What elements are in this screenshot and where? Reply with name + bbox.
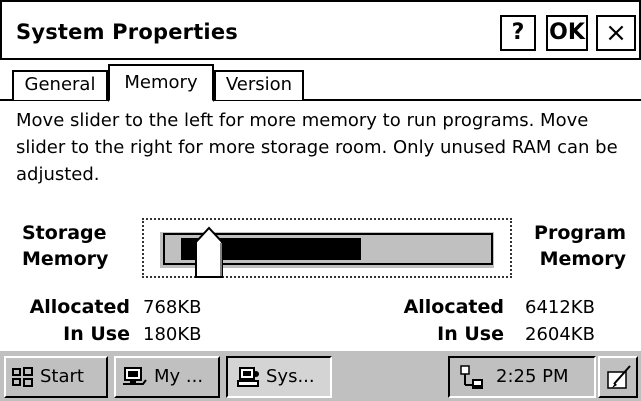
start-button[interactable]: Start — [4, 356, 108, 398]
my-label: My ... — [154, 366, 204, 387]
tab-general[interactable]: General — [12, 70, 108, 100]
storage-allocated-value: 768KB — [143, 297, 202, 318]
storage-label-line2: Memory — [22, 248, 109, 270]
program-label-line1: Program — [534, 222, 626, 244]
my-computer-icon — [123, 367, 147, 385]
tab-memory[interactable]: Memory — [108, 64, 214, 102]
sys-label: Sys... — [266, 366, 315, 387]
storage-allocated-label: Allocated — [29, 296, 130, 318]
taskbar-system-properties[interactable]: Sys... — [226, 356, 332, 398]
ok-button[interactable]: OK — [546, 15, 588, 51]
tab-version[interactable]: Version — [214, 70, 304, 100]
network-tray-icon[interactable] — [458, 365, 486, 391]
program-label-line2: Memory — [539, 248, 626, 270]
close-button[interactable]: × — [596, 15, 636, 51]
system-tray: 2:25 PM — [448, 356, 596, 398]
window-title: System Properties — [16, 20, 238, 44]
system-icon — [237, 367, 259, 387]
storage-in-use-label: In Use — [63, 323, 130, 345]
input-panel-button[interactable] — [598, 356, 638, 398]
storage-label-line1: Storage — [22, 222, 107, 244]
memory-description: Move slider to the left for more memory … — [16, 110, 618, 185]
start-label: Start — [40, 366, 84, 387]
title-bar: System Properties ? OK × — [0, 0, 641, 60]
taskbar: Start My ... Sys... 2:25 PM — [0, 349, 641, 401]
keyboard-input-icon — [607, 365, 631, 389]
help-button[interactable]: ? — [500, 15, 536, 51]
slider-thumb[interactable] — [195, 226, 223, 278]
program-allocated-label: Allocated — [403, 296, 504, 318]
tab-strip: General Memory Version — [0, 62, 641, 102]
windows-flag-icon — [12, 367, 33, 387]
program-in-use-value: 2604KB — [525, 324, 595, 345]
memory-slider[interactable] — [142, 218, 512, 278]
taskbar-my-computer[interactable]: My ... — [114, 356, 220, 398]
program-allocated-value: 6412KB — [525, 297, 595, 318]
storage-memory-label: Storage Memory — [22, 220, 108, 272]
program-memory-label: Program Memory — [526, 220, 626, 272]
storage-in-use-value: 180KB — [143, 324, 202, 345]
clock[interactable]: 2:25 PM — [496, 358, 569, 396]
program-in-use-label: In Use — [437, 323, 504, 345]
